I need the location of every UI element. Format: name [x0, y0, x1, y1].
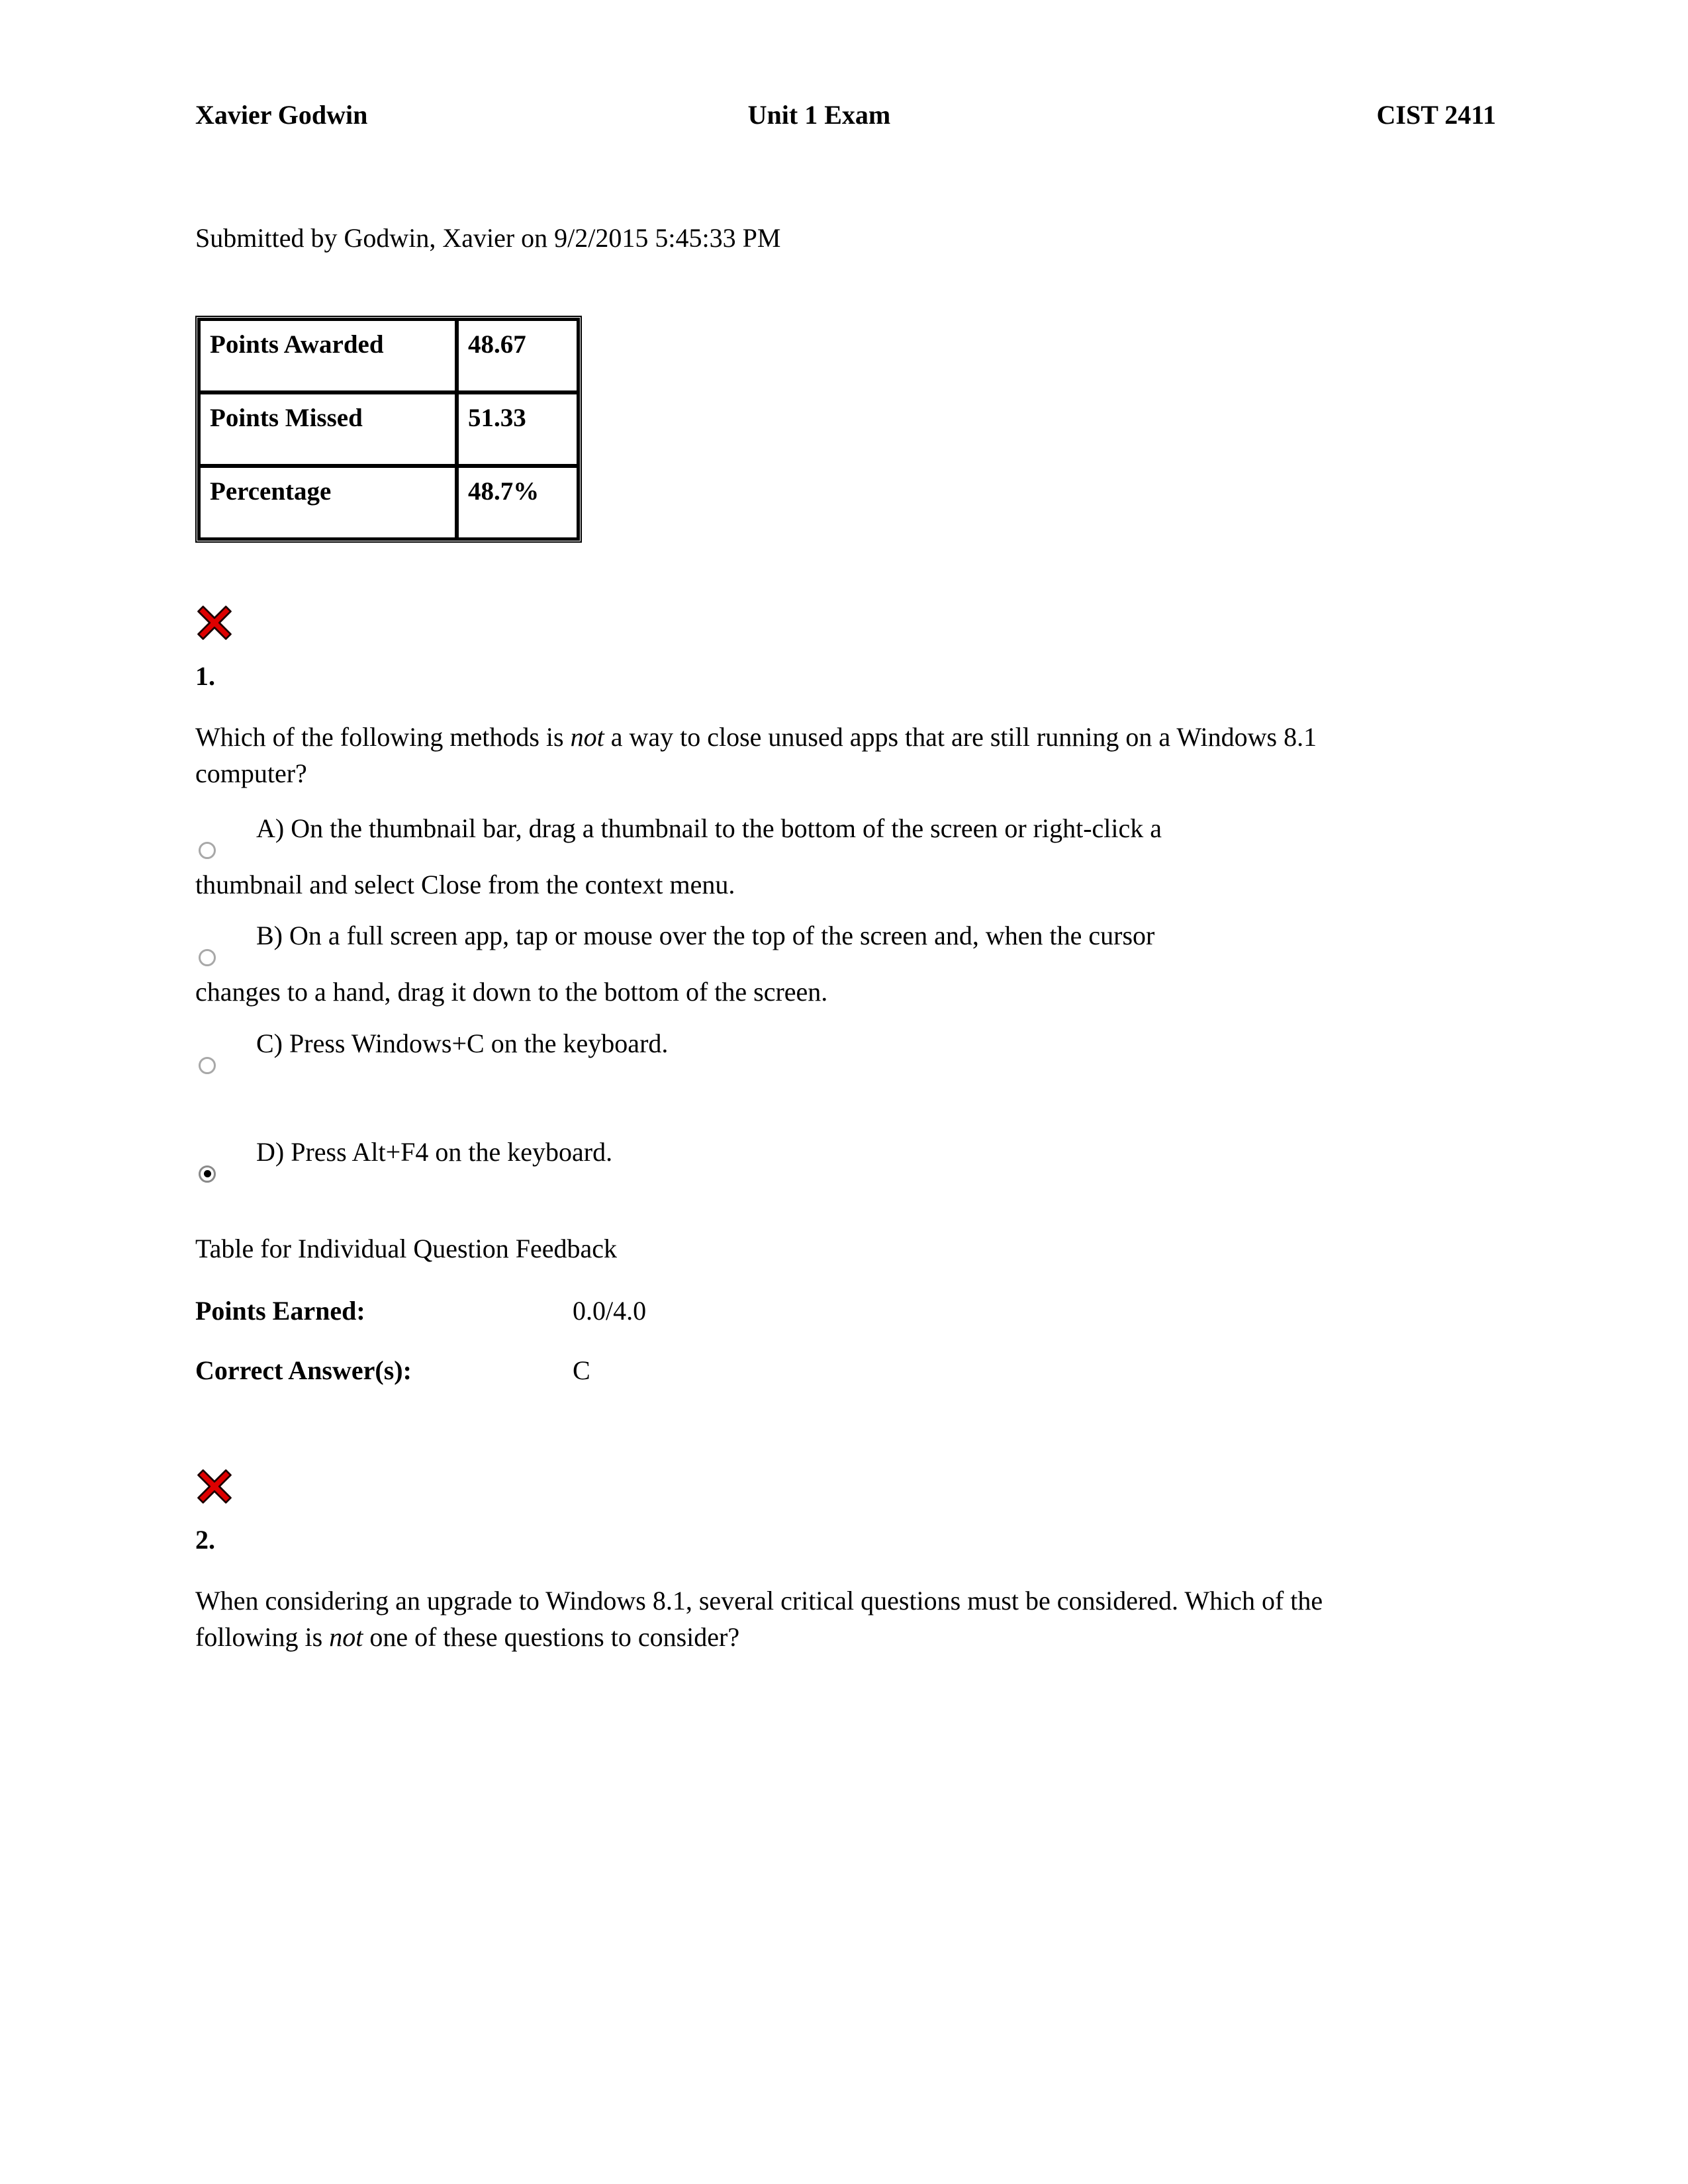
score-summary: Points Awarded 48.67 Points Missed 51.33… — [195, 316, 1496, 543]
question-2-emphasis: not — [329, 1621, 363, 1652]
exam-title: Unit 1 Exam — [747, 100, 891, 130]
document-header: Xavier Godwin Unit 1 Exam CIST 2411 — [195, 99, 1496, 139]
points-earned-value: 0.0/4.0 — [573, 1295, 647, 1326]
question-1-feedback-title: Table for Individual Question Feedback — [195, 1233, 618, 1263]
table-row: Points Missed 51.33 — [199, 392, 579, 466]
question-1-text-a: Which of the following methods is — [195, 721, 571, 752]
percentage-value: 48.7% — [457, 465, 579, 539]
question-1-feedback-table: Points Earned: 0.0/4.0 Correct Answer(s)… — [195, 1294, 1496, 1388]
correct-answer-row: Correct Answer(s): C — [195, 1353, 1496, 1388]
option-b[interactable]: B) On a full screen app, tap or mouse ov… — [195, 917, 1496, 1010]
option-a-label: A) On the thumbnail bar, drag a thumbnai… — [256, 813, 1162, 843]
question-1-number: 1. — [195, 660, 215, 691]
table-row: Percentage 48.7% — [199, 465, 579, 539]
option-d[interactable]: D) Press Alt+F4 on the keyboard. — [195, 1134, 1496, 1191]
question-block-1: 1. Which of the following methods is not… — [195, 604, 1496, 1388]
exam-results-page: Xavier Godwin Unit 1 Exam CIST 2411 Subm… — [0, 0, 1688, 2184]
question-1-text: Which of the following methods is not a … — [195, 719, 1374, 792]
question-2-text-b: one of these questions to consider? — [363, 1621, 740, 1652]
correct-answer-label: Correct Answer(s): — [195, 1355, 412, 1385]
question-block-2: 2. When considering an upgrade to Window… — [195, 1467, 1496, 1655]
option-a[interactable]: A) On the thumbnail bar, drag a thumbnai… — [195, 810, 1496, 903]
points-earned-row: Points Earned: 0.0/4.0 — [195, 1294, 1496, 1328]
points-missed-label: Points Missed — [199, 392, 457, 466]
table-row: Points Awarded 48.67 — [199, 319, 579, 392]
red-x-mark-icon — [197, 605, 232, 640]
question-2-number: 2. — [195, 1524, 215, 1555]
question-2-result-row — [195, 1467, 1496, 1508]
option-b-label: B) On a full screen app, tap or mouse ov… — [256, 921, 1155, 951]
question-1-options: A) On the thumbnail bar, drag a thumbnai… — [195, 810, 1496, 1191]
option-b-label-continued: changes to a hand, drag it down to the b… — [195, 977, 828, 1007]
submission-line: Submitted by Godwin, Xavier on 9/2/2015 … — [195, 223, 781, 253]
points-missed-value: 51.33 — [457, 392, 579, 466]
question-2-text: When considering an upgrade to Windows 8… — [195, 1582, 1374, 1655]
option-c-label: C) Press Windows+C on the keyboard. — [256, 1028, 669, 1058]
red-x-mark-icon — [197, 1469, 232, 1504]
points-awarded-value: 48.67 — [457, 319, 579, 392]
question-1-result-row — [195, 604, 1496, 645]
student-name: Xavier Godwin — [195, 100, 368, 130]
radio-button-d[interactable] — [199, 1165, 216, 1183]
course-code: CIST 2411 — [1376, 100, 1496, 130]
option-a-label-continued: thumbnail and select Close from the cont… — [195, 870, 735, 900]
option-d-label: D) Press Alt+F4 on the keyboard. — [256, 1136, 613, 1167]
correct-answer-value: C — [573, 1355, 590, 1385]
points-earned-label: Points Earned: — [195, 1295, 365, 1326]
percentage-label: Percentage — [199, 465, 457, 539]
radio-button-b[interactable] — [199, 949, 216, 967]
points-awarded-label: Points Awarded — [199, 319, 457, 392]
radio-button-c[interactable] — [199, 1056, 216, 1074]
radio-button-a[interactable] — [199, 841, 216, 859]
score-table: Points Awarded 48.67 Points Missed 51.33… — [195, 316, 582, 543]
option-c[interactable]: C) Press Windows+C on the keyboard. — [195, 1025, 1496, 1082]
question-1-emphasis: not — [570, 721, 604, 752]
